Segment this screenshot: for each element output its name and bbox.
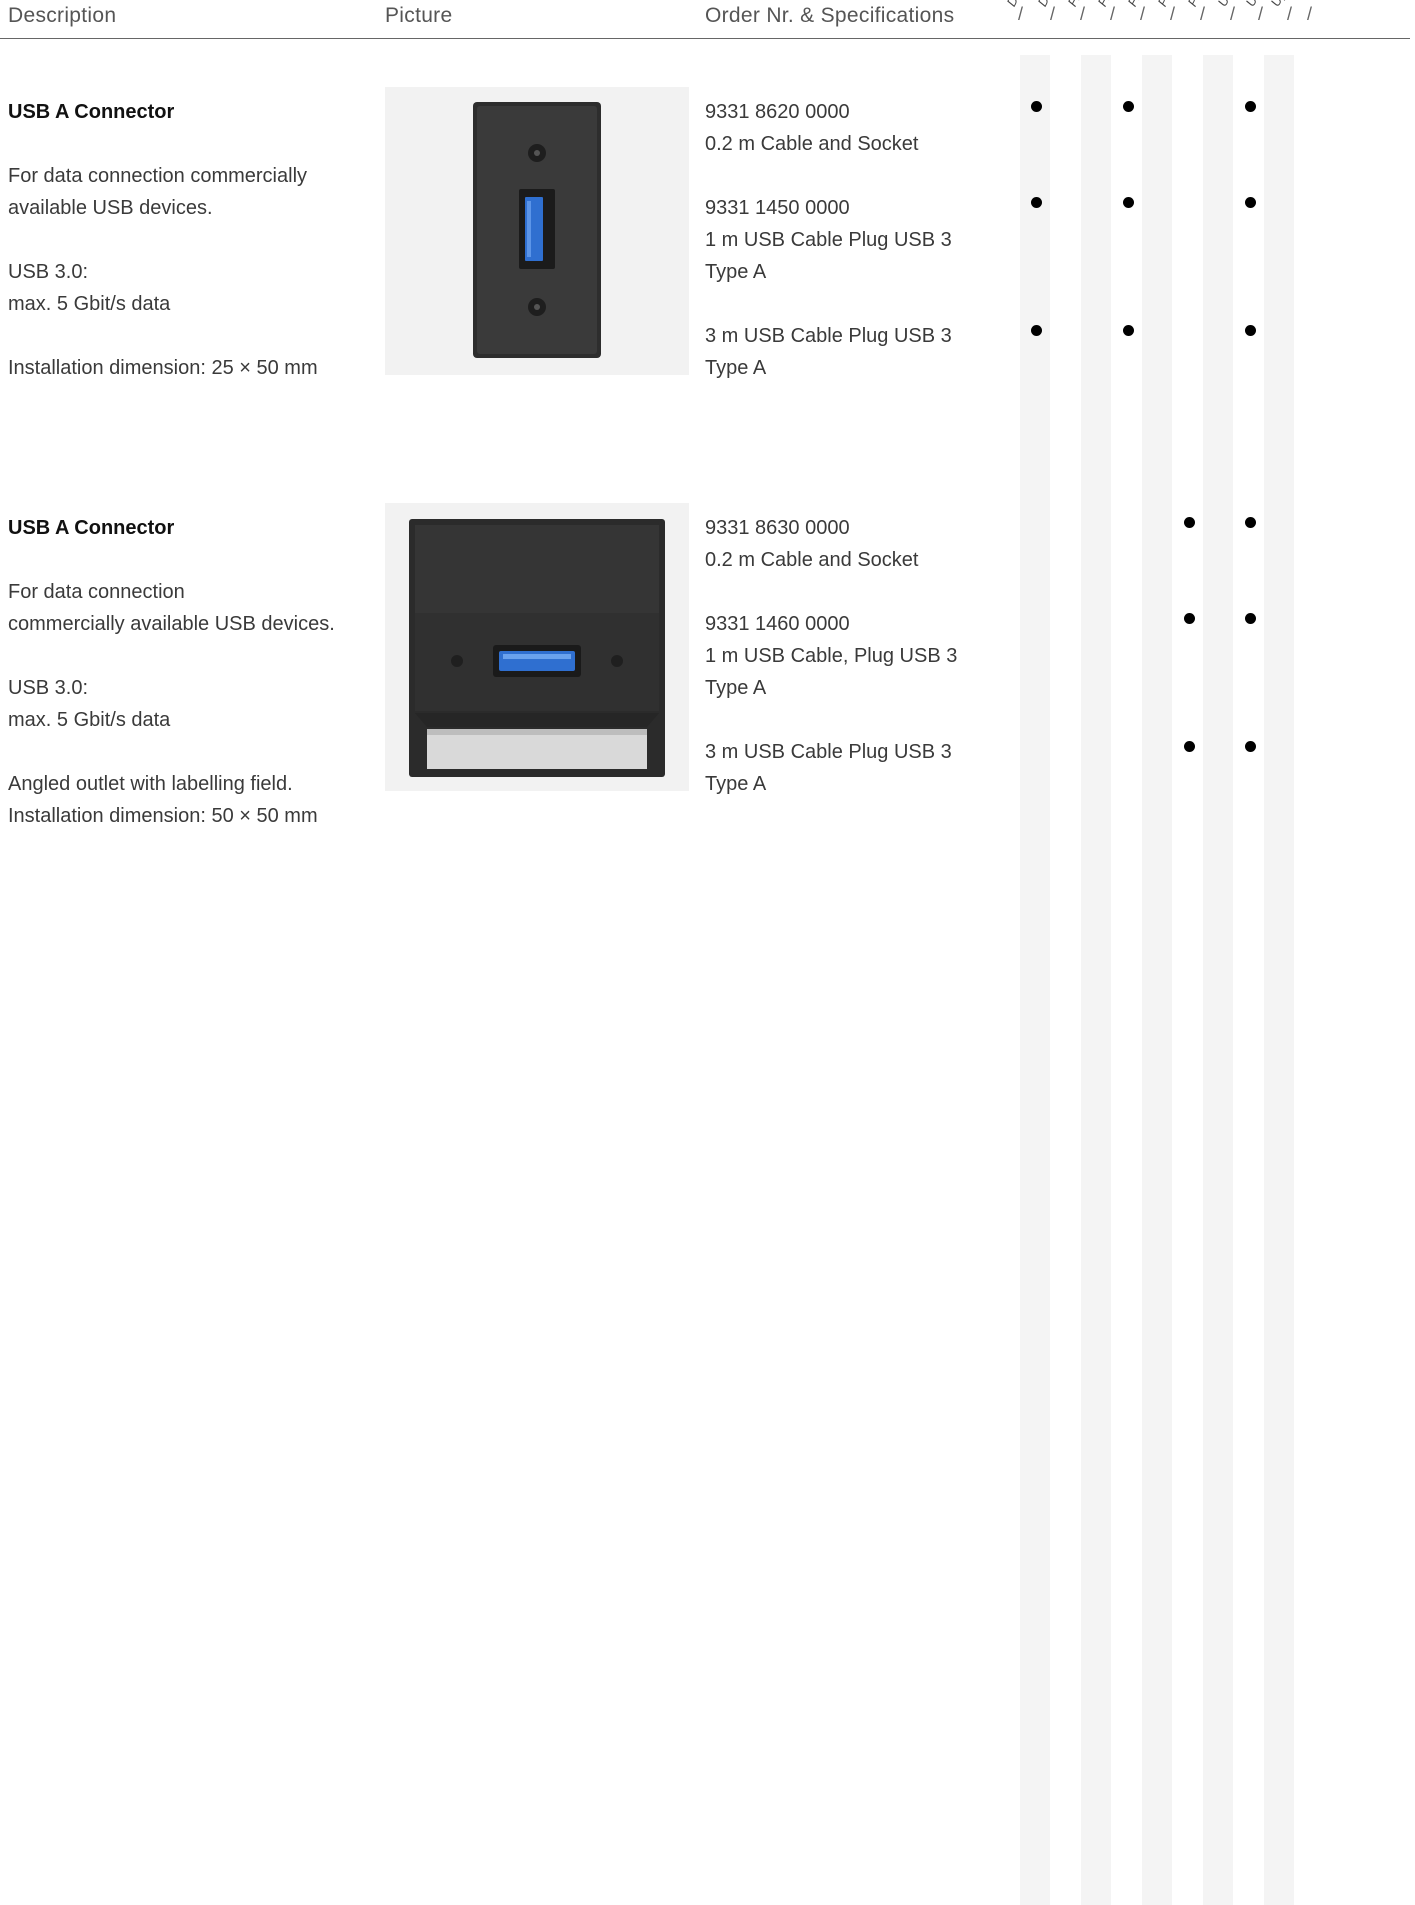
header-order-specs: Order Nr. & Specifications bbox=[705, 4, 955, 27]
column-stripe bbox=[1142, 55, 1172, 1905]
product-spec: max. 5 Gbit/s data bbox=[8, 293, 171, 315]
compatibility-dot bbox=[1031, 101, 1042, 112]
header-description: Description bbox=[8, 4, 117, 27]
order-spec: 3 m USB Cable Plug USB 3 bbox=[705, 325, 952, 347]
order-number: 9331 1450 0000 bbox=[705, 197, 850, 219]
order-spec: Type A bbox=[705, 677, 767, 699]
product-spec: max. 5 Gbit/s data bbox=[8, 709, 171, 731]
compatibility-dot bbox=[1245, 325, 1256, 336]
compatibility-dot bbox=[1245, 517, 1256, 528]
compatibility-dot bbox=[1245, 101, 1256, 112]
column-stripe bbox=[1203, 55, 1233, 1905]
header-divider bbox=[0, 38, 1410, 39]
header-picture: Picture bbox=[385, 4, 453, 27]
order-spec: Type A bbox=[705, 357, 767, 379]
product-title: USB A Connector bbox=[8, 517, 175, 539]
product-picture bbox=[385, 503, 689, 791]
compatibility-dot bbox=[1031, 325, 1042, 336]
order-number: 9331 1460 0000 bbox=[705, 613, 850, 635]
order-number: 9331 8630 0000 bbox=[705, 517, 850, 539]
compatibility-dot bbox=[1245, 741, 1256, 752]
compatibility-dot bbox=[1245, 197, 1256, 208]
order-number: 9331 8620 0000 bbox=[705, 101, 850, 123]
product-description: commercially available USB devices. bbox=[8, 613, 335, 635]
installation-dimension: Installation dimension: 25 × 50 mm bbox=[8, 357, 318, 379]
product-spec: USB 3.0: bbox=[8, 677, 89, 699]
order-spec: Type A bbox=[705, 773, 767, 795]
column-stripe bbox=[1081, 55, 1111, 1905]
order-spec: 0.2 m Cable and Socket bbox=[705, 549, 919, 571]
product-spec: USB 3.0: bbox=[8, 261, 89, 283]
product-description: For data connection commercially bbox=[8, 165, 308, 187]
order-spec: 0.2 m Cable and Socket bbox=[705, 133, 919, 155]
column-stripe bbox=[1264, 55, 1294, 1905]
compatibility-dot bbox=[1245, 613, 1256, 624]
compatibility-dot bbox=[1123, 325, 1134, 336]
installation-note: Angled outlet with labelling field. bbox=[8, 773, 293, 795]
compatibility-dot bbox=[1184, 517, 1195, 528]
compatibility-dot bbox=[1184, 613, 1195, 624]
compatibility-dot bbox=[1031, 197, 1042, 208]
order-spec: Type A bbox=[705, 261, 767, 283]
compatibility-dot bbox=[1123, 197, 1134, 208]
order-spec: 1 m USB Cable, Plug USB 3 bbox=[705, 645, 958, 667]
angled-usb-a-connector-image bbox=[409, 519, 665, 777]
usb-a-connector-image bbox=[473, 102, 601, 358]
product-picture bbox=[385, 87, 689, 375]
order-spec: 3 m USB Cable Plug USB 3 bbox=[705, 741, 952, 763]
installation-dimension: Installation dimension: 50 × 50 mm bbox=[8, 805, 318, 827]
product-title: USB A Connector bbox=[8, 101, 175, 123]
compatibility-dot bbox=[1123, 101, 1134, 112]
product-description: For data connection bbox=[8, 581, 185, 603]
product-description: available USB devices. bbox=[8, 197, 213, 219]
compatibility-dot bbox=[1184, 741, 1195, 752]
order-spec: 1 m USB Cable Plug USB 3 bbox=[705, 229, 952, 251]
